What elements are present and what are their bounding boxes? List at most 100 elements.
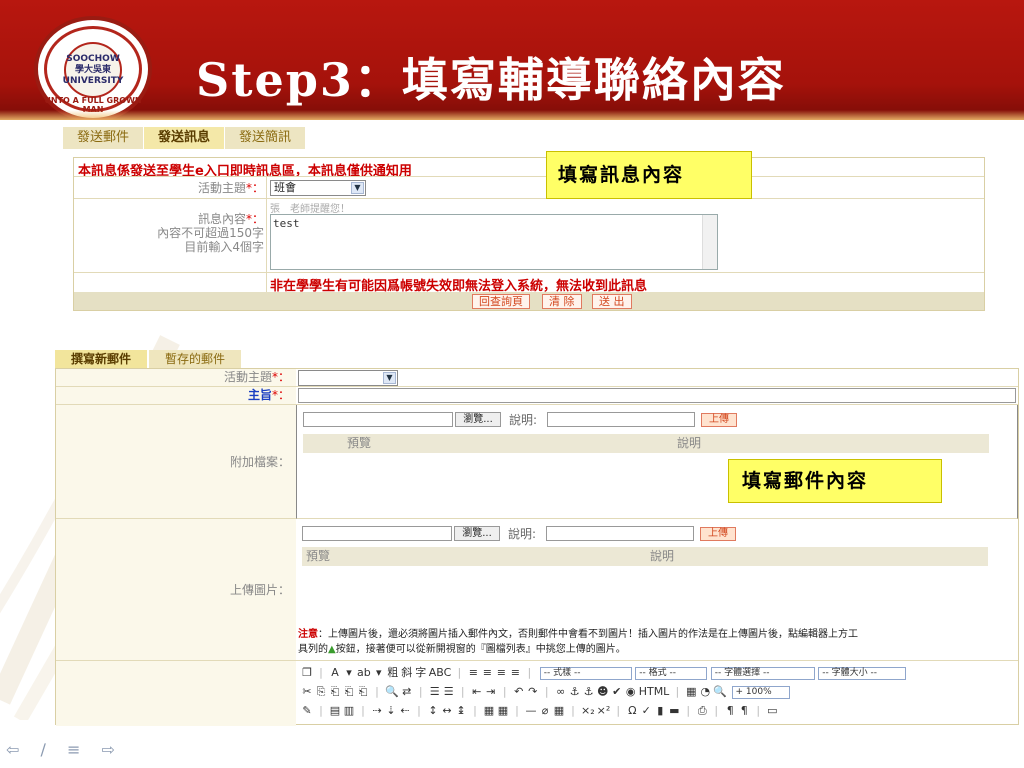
toolbar-button-icon[interactable]: ab	[357, 665, 371, 680]
toolbar-button-icon[interactable]: ¶	[724, 703, 736, 718]
next-slide-icon[interactable]: ⇨	[101, 740, 122, 759]
toolbar-button-icon[interactable]: ☰	[443, 684, 455, 699]
toolbar-button-icon[interactable]: ⌀	[539, 703, 551, 718]
toolbar-button-icon[interactable]: 🔍	[385, 684, 399, 699]
toolbar-button-icon[interactable]: ❐	[301, 665, 313, 680]
toolbar-button-icon[interactable]: ▦	[685, 684, 697, 699]
toolbar-button-icon[interactable]: A	[329, 665, 341, 680]
toolbar-button-icon[interactable]: ↶	[513, 684, 525, 699]
toolbar-button-icon[interactable]: ✓	[640, 703, 652, 718]
toolbar-button-icon[interactable]: ▦	[553, 703, 565, 718]
toolbar-button-icon[interactable]: ABC	[429, 665, 452, 680]
toolbar-separator: |	[675, 685, 680, 698]
attachment-upload-button[interactable]: 上傳	[701, 413, 737, 427]
toolbar-button-icon[interactable]: ⚓	[583, 684, 595, 699]
toolbar-button-icon[interactable]: ▭	[766, 703, 778, 718]
image-file-input[interactable]	[302, 526, 452, 541]
toolbar-button-icon[interactable]: ✔	[611, 684, 623, 699]
toolbar-button-icon[interactable]: ≡	[481, 665, 493, 680]
toolbar-button-icon[interactable]: ◉	[625, 684, 637, 699]
style-dropdown[interactable]: -- 式樣 --	[539, 666, 632, 680]
toolbar-button-icon[interactable]: ⇤	[471, 684, 483, 699]
toolbar-button-icon[interactable]: ≡	[495, 665, 507, 680]
toolbar-button-icon[interactable]: ☰	[429, 684, 441, 699]
topic-label: 活動主題*：	[197, 181, 264, 195]
toolbar-button-icon[interactable]: ∞	[555, 684, 567, 699]
toolbar-button-icon[interactable]: ⎗	[357, 684, 369, 699]
toolbar-button-icon[interactable]: ▾	[343, 665, 355, 680]
tab-compose-mail[interactable]: 撰寫新郵件	[55, 350, 150, 368]
toolbar-button-icon[interactable]: ▦	[483, 703, 495, 718]
toolbar-row-2: ✂ ⎘ ⎗ ⎗ ⎗ | 🔍 ⇄ | ☰ ☰ | ⇤ ⇥ | ↶ ↷ | ∞ ⚓ ⚓ ☻ ✔ ◉ HTML | ▦ ◔ 🔍 + 100%	[300, 684, 790, 699]
font-dropdown[interactable]: -- 字體選擇 --	[710, 666, 815, 680]
mail-topic-select[interactable]: ▼	[298, 370, 398, 386]
previous-slide-icon[interactable]: ⇦	[6, 740, 27, 759]
menu-icon[interactable]: ≡	[67, 740, 88, 759]
tab-send-message[interactable]: 發送訊息	[144, 127, 226, 149]
topic-select[interactable]: 班會 ▼	[270, 180, 366, 196]
tab-send-sms[interactable]: 發送簡訊	[225, 127, 307, 149]
message-textarea[interactable]: test	[270, 214, 718, 270]
back-to-search-button[interactable]: 回查詢頁	[472, 294, 530, 309]
image-browse-button[interactable]: 瀏覽...	[454, 526, 500, 541]
toolbar-separator: |	[473, 704, 477, 717]
send-button[interactable]: 送 出	[592, 294, 632, 309]
toolbar-separator: |	[457, 666, 462, 679]
toolbar-button-icon[interactable]: ≡	[467, 665, 479, 680]
toolbar-button-icon[interactable]: ▮	[654, 703, 666, 718]
attachment-table-header: 預覽 說明	[303, 434, 989, 453]
toolbar-button-icon[interactable]: ✂	[301, 684, 313, 699]
image-desc-input[interactable]	[546, 526, 694, 541]
toolbar-button-icon[interactable]: ⎗	[329, 684, 341, 699]
format-dropdown[interactable]: -- 格式 --	[635, 666, 708, 680]
toolbar-button-icon[interactable]: ≡	[509, 665, 521, 680]
toolbar-button-icon[interactable]: ▦	[497, 703, 509, 718]
pen-icon[interactable]: ∕	[41, 740, 54, 759]
slide-title: Step3：填寫輔導聯絡內容	[196, 53, 786, 107]
font-size-dropdown[interactable]: -- 字體大小 --	[818, 666, 907, 680]
toolbar-button-icon[interactable]: 粗	[387, 665, 399, 680]
toolbar-button-icon[interactable]: ⎗	[343, 684, 355, 699]
toolbar-button-icon[interactable]: ⎘	[315, 684, 327, 699]
toolbar-button-icon[interactable]: ×₂	[581, 703, 595, 718]
toolbar-button-icon[interactable]: ↕	[427, 703, 439, 718]
attachment-label: 附加檔案：	[56, 405, 296, 519]
textarea-scrollbar[interactable]	[702, 215, 717, 269]
toolbar-button-icon[interactable]: ◔	[699, 684, 711, 699]
toolbar-button-icon[interactable]: ⇥	[485, 684, 497, 699]
toolbar-button-icon[interactable]: ▥	[343, 703, 355, 718]
clear-button[interactable]: 清 除	[542, 294, 582, 309]
toolbar-button-icon[interactable]: Ω	[626, 703, 638, 718]
tab-draft-mail[interactable]: 暫存的郵件	[149, 350, 244, 368]
toolbar-button-icon[interactable]: 🔍	[713, 684, 727, 699]
tab-send-mail[interactable]: 發送郵件	[63, 127, 145, 149]
toolbar-button-icon[interactable]: ✎	[301, 703, 313, 718]
toolbar-button-icon[interactable]: ▬	[668, 703, 680, 718]
attachment-browse-button[interactable]: 瀏覽...	[455, 412, 501, 427]
attachment-desc-input[interactable]	[547, 412, 695, 427]
toolbar-button-icon[interactable]: ⇄	[401, 684, 413, 699]
toolbar-button-icon[interactable]: ↔	[441, 703, 453, 718]
toolbar-button-icon[interactable]: ¶	[738, 703, 750, 718]
zoom-dropdown[interactable]: + 100%	[731, 685, 790, 699]
toolbar-button-icon[interactable]: —	[525, 703, 537, 718]
toolbar-button-icon[interactable]: ▤	[329, 703, 341, 718]
message-form: 本訊息係發送至學生e入口即時訊息區，本訊息僅供通知用 活動主題*： 班會 ▼ 訊息…	[73, 157, 985, 311]
toolbar-button-icon[interactable]: 字	[415, 665, 427, 680]
toolbar-button-icon[interactable]: ⎙	[696, 703, 708, 718]
toolbar-button-icon[interactable]: ☻	[597, 684, 609, 699]
attachment-file-input[interactable]	[303, 412, 453, 427]
toolbar-button-icon[interactable]: ▾	[373, 665, 385, 680]
toolbar-button-icon[interactable]: ↨	[455, 703, 467, 718]
toolbar-button-icon[interactable]: ⚓	[569, 684, 581, 699]
mail-form: 活動主題*： ▼ 主旨*： 附加檔案： 瀏覽... 說明: 上傳 預覽 說明 上…	[55, 368, 1019, 726]
toolbar-button-icon[interactable]: ⇢	[371, 703, 383, 718]
toolbar-button-icon[interactable]: ↷	[527, 684, 539, 699]
toolbar-button-icon[interactable]: ×²	[597, 703, 611, 718]
toolbar-button-icon[interactable]: 斜	[401, 665, 413, 680]
toolbar-button-icon[interactable]: ⇠	[399, 703, 411, 718]
toolbar-button-icon[interactable]: HTML	[639, 684, 670, 699]
toolbar-button-icon[interactable]: ⇣	[385, 703, 397, 718]
subject-input[interactable]	[298, 388, 1016, 403]
image-upload-button[interactable]: 上傳	[700, 527, 736, 541]
